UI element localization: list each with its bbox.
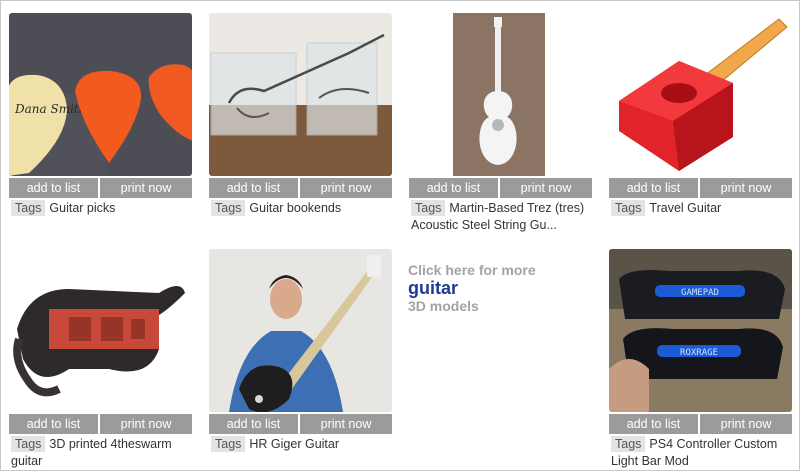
add-to-list-button[interactable]: add to list bbox=[209, 178, 300, 198]
svg-text:ROXRAGE: ROXRAGE bbox=[680, 348, 718, 358]
print-now-button[interactable]: print now bbox=[100, 414, 192, 434]
tags-badge[interactable]: Tags bbox=[211, 200, 246, 216]
model-thumbnail[interactable] bbox=[9, 249, 192, 412]
print-now-button[interactable]: print now bbox=[100, 178, 192, 198]
more-models-line3[interactable]: 3D models bbox=[408, 298, 591, 314]
tags-badge[interactable]: Tags bbox=[611, 436, 646, 452]
tags-badge[interactable]: Tags bbox=[11, 200, 46, 216]
add-to-list-button[interactable]: add to list bbox=[9, 414, 100, 434]
add-to-list-button[interactable]: add to list bbox=[409, 178, 500, 198]
model-thumbnail[interactable] bbox=[409, 13, 592, 176]
more-models-line1[interactable]: Click here for more bbox=[408, 262, 591, 278]
model-thumbnail[interactable]: GAMEPAD ROXRAGE bbox=[609, 249, 792, 412]
add-to-list-button[interactable]: add to list bbox=[609, 178, 700, 198]
model-caption: Tags HR Giger Guitar bbox=[211, 436, 392, 453]
model-thumbnail[interactable] bbox=[209, 13, 392, 176]
print-now-button[interactable]: print now bbox=[300, 414, 392, 434]
model-title[interactable]: Guitar picks bbox=[49, 201, 115, 215]
model-title[interactable]: Travel Guitar bbox=[649, 201, 721, 215]
tags-badge[interactable]: Tags bbox=[11, 436, 46, 452]
model-caption: Tags Travel Guitar bbox=[611, 200, 792, 217]
add-to-list-button[interactable]: add to list bbox=[609, 414, 700, 434]
print-now-button[interactable]: print now bbox=[700, 178, 792, 198]
print-now-button[interactable]: print now bbox=[300, 178, 392, 198]
model-thumbnail[interactable]: Dana Smith bbox=[9, 13, 192, 176]
more-models-keyword[interactable]: guitar bbox=[408, 278, 591, 298]
model-caption: Tags Martin-Based Trez (tres) Acoustic St… bbox=[411, 200, 592, 233]
tags-badge[interactable]: Tags bbox=[411, 200, 446, 216]
add-to-list-button[interactable]: add to list bbox=[209, 414, 300, 434]
model-title[interactable]: HR Giger Guitar bbox=[249, 437, 339, 451]
model-caption: Tags Guitar picks bbox=[11, 200, 192, 217]
svg-text:GAMEPAD: GAMEPAD bbox=[681, 288, 719, 298]
model-caption: Tags 3D printed 4theswarm guitar bbox=[11, 436, 192, 469]
tags-badge[interactable]: Tags bbox=[611, 200, 646, 216]
print-now-button[interactable]: print now bbox=[700, 414, 792, 434]
model-caption: Tags Guitar bookends bbox=[211, 200, 392, 217]
model-title[interactable]: Guitar bookends bbox=[249, 201, 341, 215]
model-caption: Tags PS4 Controller Custom Light Bar Mod bbox=[611, 436, 792, 469]
add-to-list-button[interactable]: add to list bbox=[9, 178, 100, 198]
model-thumbnail[interactable] bbox=[609, 13, 792, 176]
svg-text:Dana Smith: Dana Smith bbox=[14, 102, 86, 116]
tags-badge[interactable]: Tags bbox=[211, 436, 246, 452]
more-models-link[interactable]: Click here for more guitar 3D models bbox=[408, 262, 591, 314]
print-now-button[interactable]: print now bbox=[500, 178, 592, 198]
model-thumbnail[interactable] bbox=[209, 249, 392, 412]
